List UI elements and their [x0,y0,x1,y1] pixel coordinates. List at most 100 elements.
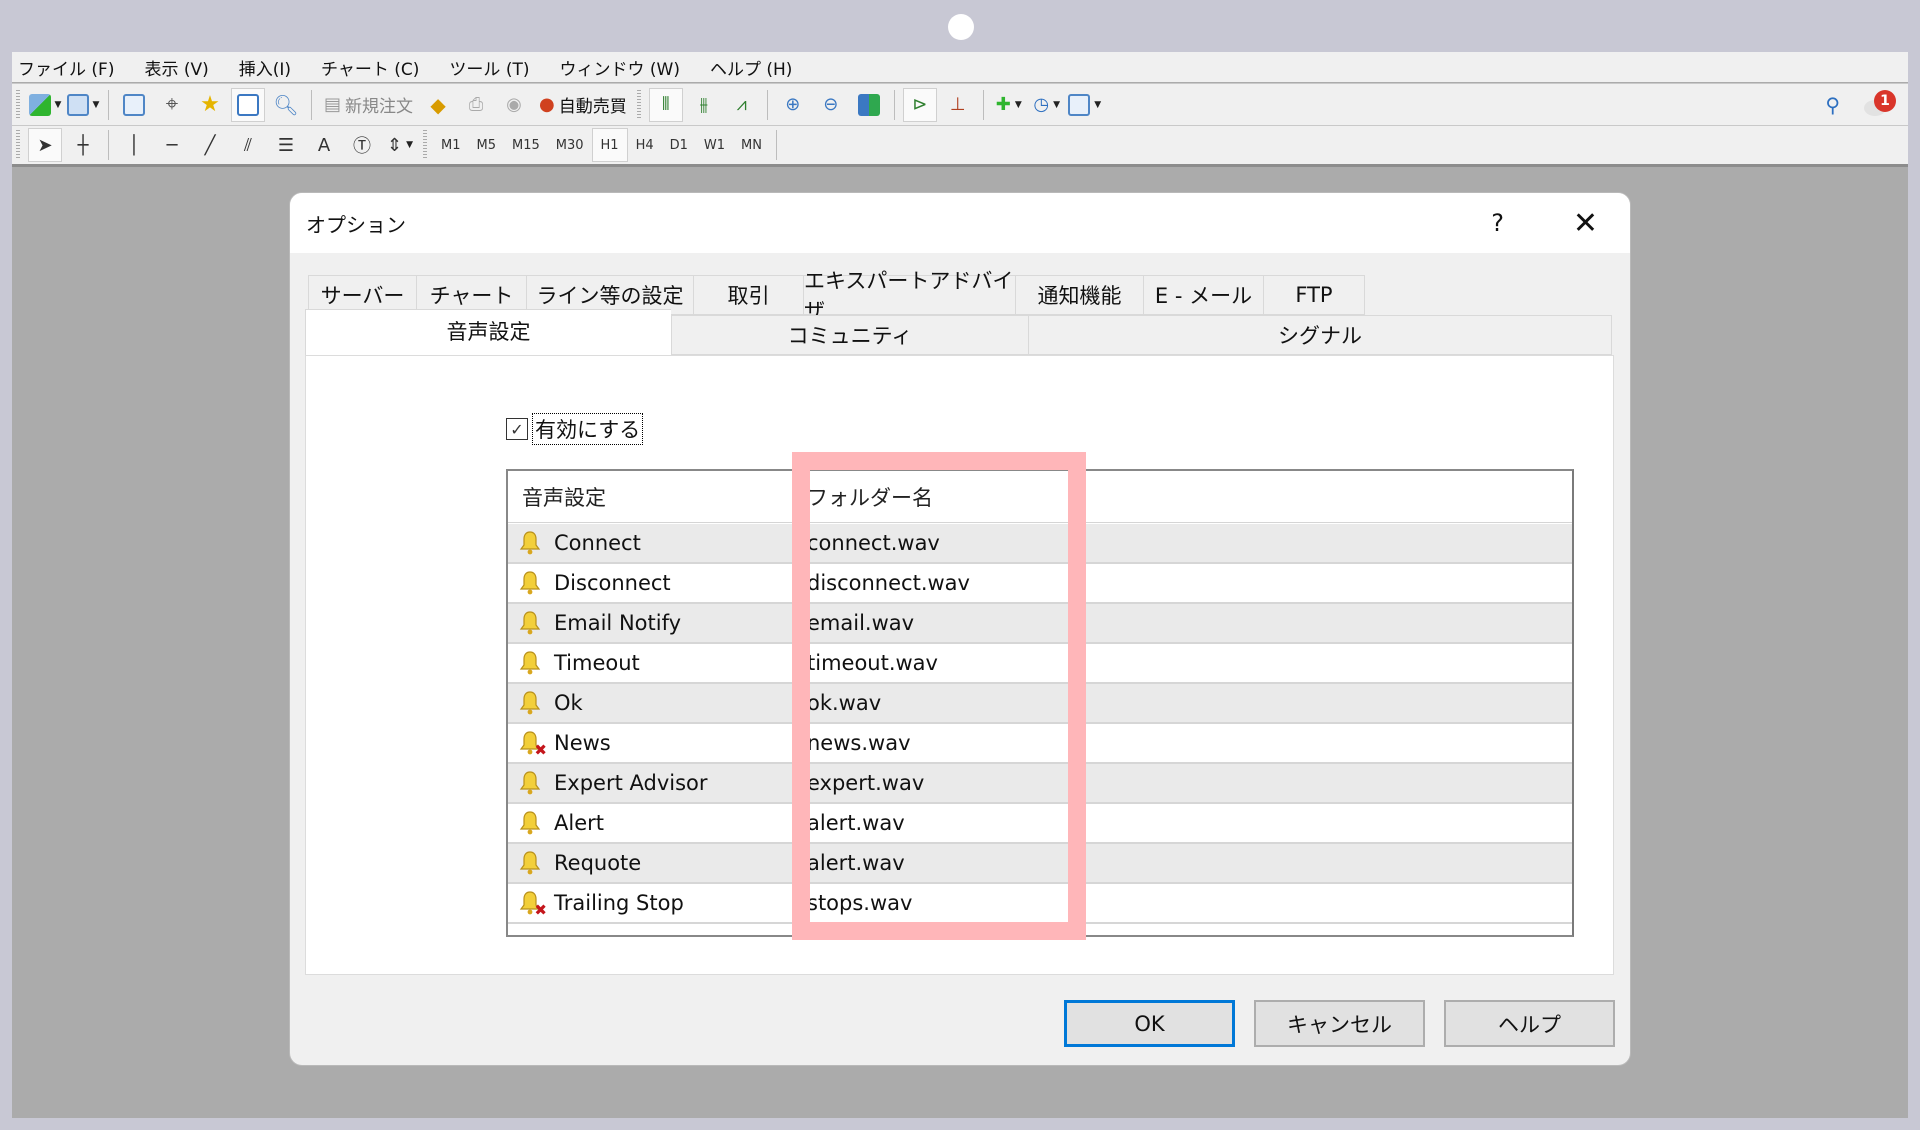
line-chart-button[interactable]: ⩘ [725,88,759,122]
list-item[interactable]: Requote alert.wav [508,844,1572,884]
sound-file-cell[interactable]: connect.wav [793,524,1053,562]
bell-icon[interactable] [518,770,542,796]
zoom-out-button[interactable]: ⊖ [814,88,848,122]
sound-file-cell[interactable]: email.wav [793,604,1053,642]
bell-icon[interactable] [518,530,542,556]
list-item[interactable]: Ok ok.wav [508,684,1572,724]
tab-email[interactable]: E - メール [1143,275,1263,315]
menu-help[interactable]: ヘルプ (H) [704,55,806,80]
notifications-button[interactable]: 1 [1864,89,1896,120]
bell-icon[interactable] [518,650,542,676]
menu-insert[interactable]: 挿入(I) [233,55,305,80]
bar-chart-button[interactable]: ⫴ [648,87,683,122]
ok-button[interactable]: OK [1064,1000,1235,1047]
sound-events-list[interactable]: 音声設定 フォルダー名 Connect connect.wav Disconnect… [506,469,1574,937]
toolbar-grip[interactable] [423,130,427,160]
timeframe-d1[interactable]: D1 [662,128,696,162]
new-chart-button[interactable]: ▼ [28,88,62,122]
bell-icon[interactable] [518,570,542,596]
arrows-button[interactable]: ⇕ ▼ [383,128,417,162]
equidistant-channel-button[interactable]: ⫽ [231,128,265,162]
bell-icon[interactable] [518,610,542,636]
data-window-button[interactable]: ⌖ [155,88,189,122]
sound-file-cell[interactable]: stops.wav [793,884,1053,922]
templates-button[interactable]: ▼ [1068,88,1102,122]
list-item[interactable]: Timeout timeout.wav [508,644,1572,684]
tab-community[interactable]: コミュニティ [671,315,1028,355]
candlestick-button[interactable]: ⫵ [687,88,721,122]
horizontal-line-button[interactable]: ─ [155,128,189,162]
column-header-event[interactable]: 音声設定 [508,471,793,522]
bell-icon[interactable] [518,850,542,876]
timeframe-mn[interactable]: MN [733,128,770,162]
tab-sounds[interactable]: 音声設定 [305,309,671,355]
timeframe-w1[interactable]: W1 [696,128,733,162]
timeframe-m5[interactable]: M5 [469,128,505,162]
list-item[interactable]: Connect connect.wav [508,524,1572,564]
periods-button[interactable]: ◷ ▼ [1030,88,1064,122]
sound-file-cell[interactable]: news.wav [793,724,1053,762]
text-label-button[interactable]: Ⓣ [345,128,379,162]
chart-shift-button[interactable]: ⊥ [941,88,975,122]
tab-trade[interactable]: 取引 [693,275,803,315]
new-order-button[interactable]: ▤ 新規注文 [320,88,417,122]
checkbox-checked-icon[interactable]: ✓ [506,418,528,440]
crosshair-button[interactable]: ┼ [66,128,100,162]
fibonacci-button[interactable]: ☰ [269,128,303,162]
toolbar-grip[interactable] [16,130,20,160]
menu-file[interactable]: ファイル (F) [12,55,128,80]
timeframe-m1[interactable]: M1 [433,128,469,162]
timeframe-h1[interactable]: H1 [591,128,628,162]
list-item[interactable]: Disconnect disconnect.wav [508,564,1572,604]
help-icon[interactable]: ? [1491,209,1504,237]
profiles-button[interactable]: ▼ [66,88,100,122]
search-icon[interactable]: ⚲ [1825,93,1840,117]
cancel-button[interactable]: キャンセル [1254,1000,1425,1047]
zoom-in-button[interactable]: ⊕ [776,88,810,122]
list-item[interactable]: ✖ Trailing Stop stops.wav [508,884,1572,924]
column-header-file[interactable]: フォルダー名 [793,471,1053,522]
list-item[interactable]: ✖ News news.wav [508,724,1572,764]
timeframe-h4[interactable]: H4 [628,128,662,162]
metaeditor-button[interactable]: ◆ [421,88,455,122]
help-button[interactable]: ヘルプ [1444,1000,1615,1047]
list-item[interactable]: Expert Advisor expert.wav [508,764,1572,804]
sound-file-cell[interactable]: ok.wav [793,684,1053,722]
tab-notifications[interactable]: 通知機能 [1015,275,1143,315]
tab-signals[interactable]: シグナル [1028,315,1612,355]
text-button[interactable]: A [307,128,341,162]
market-watch-button[interactable] [117,88,151,122]
indicators-button[interactable]: ✚ ▼ [992,88,1026,122]
menu-tools[interactable]: ツール (T) [443,55,543,80]
sound-file-cell[interactable]: expert.wav [793,764,1053,802]
vertical-line-button[interactable]: │ [117,128,151,162]
signal-button[interactable]: ◉ [497,88,531,122]
bell-icon[interactable] [518,690,542,716]
sound-file-cell[interactable]: alert.wav [793,804,1053,842]
close-icon[interactable]: ✕ [1573,206,1598,241]
sound-file-cell[interactable]: alert.wav [793,844,1053,882]
autoscroll-button[interactable]: ⊳ [902,87,937,122]
cursor-button[interactable]: ➤ [28,128,62,162]
bell-disabled-icon[interactable]: ✖ [518,730,547,758]
timeframe-m15[interactable]: M15 [504,128,548,162]
navigator-button[interactable]: ★ [193,88,227,122]
sound-file-cell[interactable]: disconnect.wav [793,564,1053,602]
tab-expert-advisors[interactable]: エキスパートアドバイザ [803,269,1015,323]
terminal-button[interactable] [231,87,265,122]
list-item[interactable]: Email Notify email.wav [508,604,1572,644]
sound-file-cell[interactable]: timeout.wav [793,644,1053,682]
tile-windows-button[interactable] [852,88,886,122]
print-button[interactable]: ⎙ [459,88,493,122]
toolbar-grip[interactable] [16,89,20,120]
auto-trading-button[interactable]: ● 自動売買 [535,88,631,122]
bell-disabled-icon[interactable]: ✖ [518,890,547,918]
trendline-button[interactable]: ╱ [193,128,227,162]
menu-window[interactable]: ウィンドウ (W) [553,55,693,80]
menu-view[interactable]: 表示 (V) [138,55,222,80]
bell-icon[interactable] [518,810,542,836]
enable-sounds-checkbox[interactable]: ✓ 有効にする [506,413,644,445]
list-item[interactable]: Alert alert.wav [508,804,1572,844]
toolbar-grip[interactable] [636,89,641,120]
tab-ftp[interactable]: FTP [1263,275,1365,315]
